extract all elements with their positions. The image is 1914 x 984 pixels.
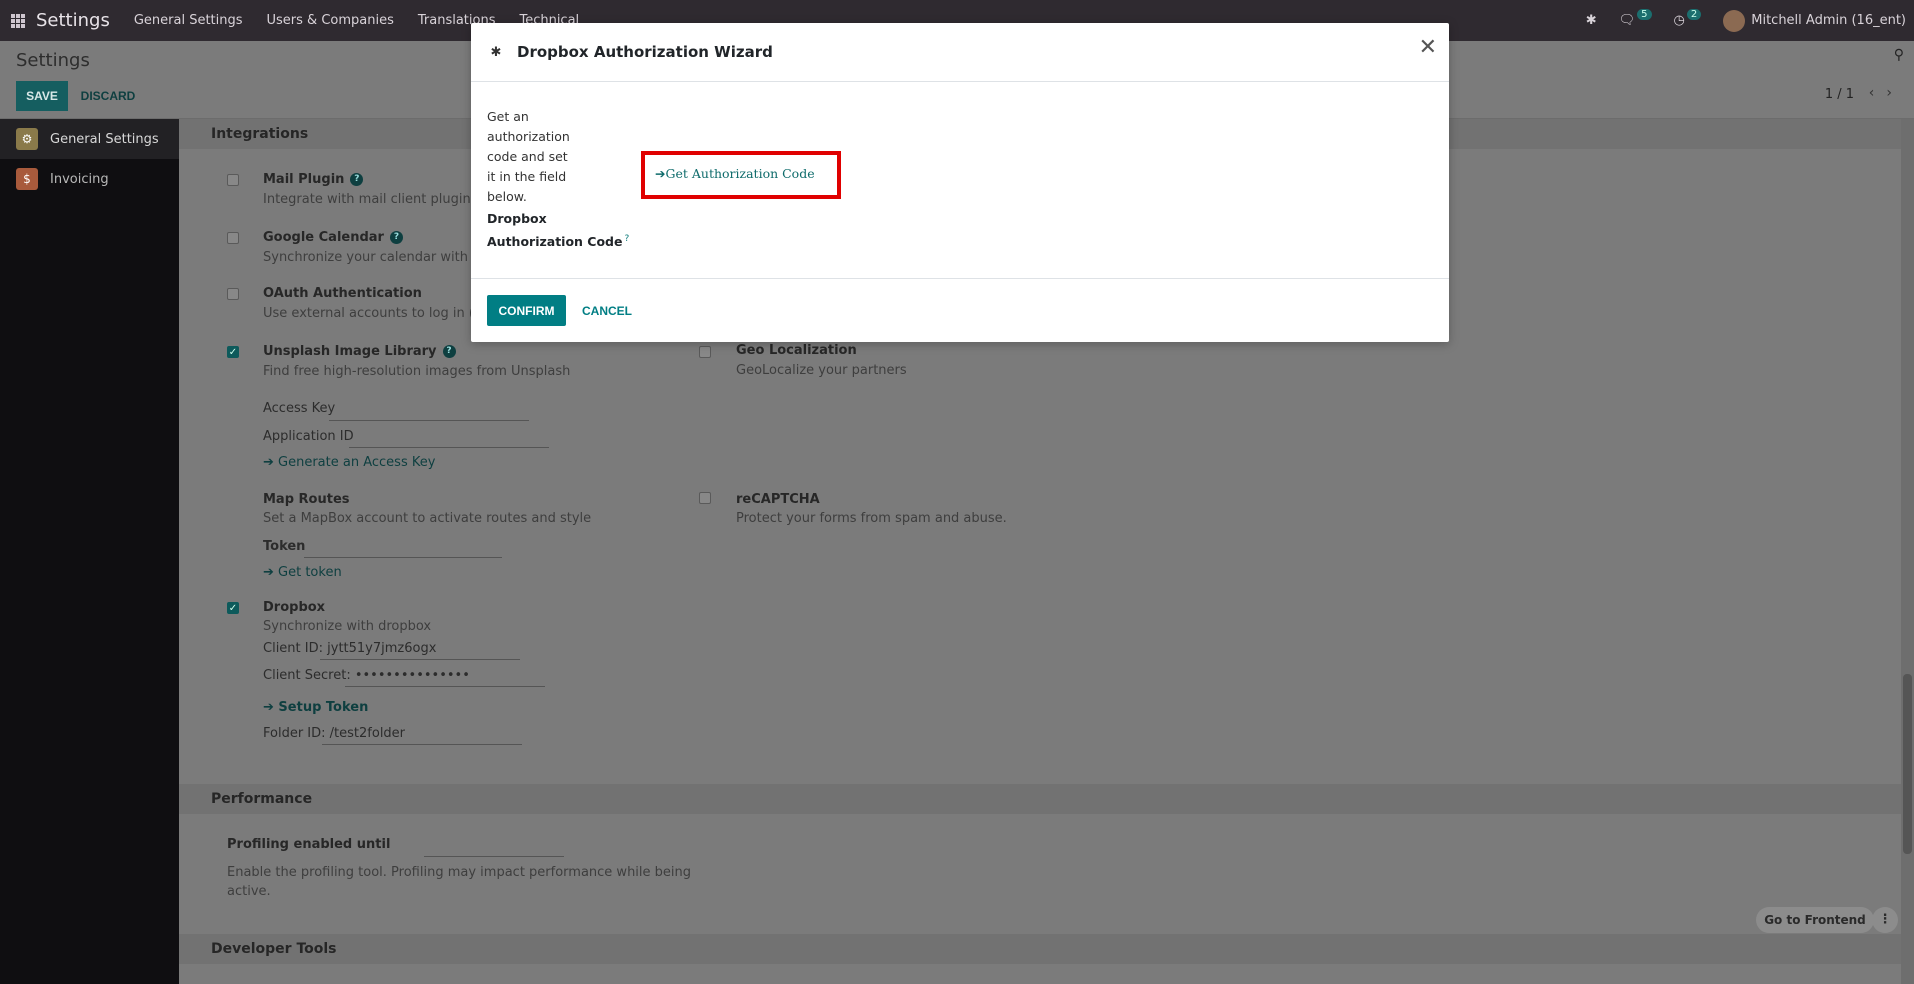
profiling-desc-1: Enable the profiling tool. Profiling may… bbox=[227, 865, 692, 880]
access-key-label: Access Key bbox=[263, 401, 336, 416]
profiling-desc-2: active. bbox=[227, 884, 271, 899]
help-icon[interactable]: ? bbox=[624, 234, 629, 244]
activity-button[interactable]: ◷ 2 bbox=[1673, 9, 1702, 28]
modal-footer: CONFIRM CANCEL bbox=[471, 278, 1449, 342]
access-key-input[interactable] bbox=[329, 420, 529, 421]
arrow-right-icon: ➔ bbox=[263, 565, 279, 580]
sidebar-item-general-settings[interactable]: ⚙ General Settings bbox=[0, 119, 179, 159]
invoice-icon: $ bbox=[16, 168, 38, 190]
settings-sidebar: ⚙ General Settings $ Invoicing bbox=[0, 119, 179, 984]
close-icon[interactable]: ✕ bbox=[1419, 37, 1437, 59]
generate-access-key-link[interactable]: ➔ Generate an Access Key bbox=[263, 455, 435, 470]
arrow-right-icon: ➔ bbox=[655, 166, 666, 181]
content-scrollbar[interactable] bbox=[1901, 119, 1914, 984]
confirm-button[interactable]: CONFIRM bbox=[487, 295, 566, 326]
gear-icon: ⚙ bbox=[16, 128, 38, 150]
get-authorization-code-link[interactable]: ➔Get Authorization Code bbox=[655, 166, 815, 181]
clock-icon: ◷ bbox=[1673, 13, 1685, 28]
activity-count-badge: 2 bbox=[1686, 9, 1702, 20]
mail-plugin-checkbox[interactable] bbox=[227, 174, 239, 186]
modal-header: ✱ Dropbox Authorization Wizard ✕ bbox=[471, 23, 1449, 82]
recaptcha-title: reCAPTCHA bbox=[736, 492, 820, 507]
help-icon[interactable]: ? bbox=[389, 231, 403, 244]
section-developer-tools-title: Developer Tools bbox=[179, 934, 1901, 964]
application-id-input[interactable] bbox=[349, 447, 549, 448]
authorization-code-label: Dropbox Authorization Code? bbox=[487, 211, 630, 250]
client-secret-field: Client Secret: ••••••••••••••• bbox=[263, 668, 470, 683]
menu-general-settings[interactable]: General Settings bbox=[134, 13, 243, 28]
section-performance-title: Performance bbox=[179, 784, 1901, 814]
bug-icon: ✱ bbox=[490, 44, 502, 60]
apps-menu-icon[interactable] bbox=[0, 0, 36, 41]
chat-icon: 🗨 bbox=[1618, 13, 1636, 28]
dropbox-desc: Synchronize with dropbox bbox=[263, 619, 432, 634]
dropbox-checkbox[interactable]: ✓ bbox=[227, 602, 239, 614]
oauth-checkbox[interactable] bbox=[227, 288, 239, 300]
client-id-field: Client ID: jytt51y7jmz6ogx bbox=[263, 641, 437, 656]
unsplash-title: Unsplash Image Library? bbox=[263, 344, 456, 359]
google-calendar-desc: Synchronize your calendar with Goo bbox=[263, 250, 499, 265]
mail-plugin-desc: Integrate with mail client plugins bbox=[263, 192, 478, 207]
help-icon[interactable]: ? bbox=[442, 345, 456, 358]
arrow-right-icon: ➔ bbox=[263, 700, 279, 715]
client-secret-value[interactable]: ••••••••••••••• bbox=[355, 668, 470, 683]
google-calendar-title: Google Calendar? bbox=[263, 230, 403, 245]
user-name: Mitchell Admin (16_ent) bbox=[1751, 13, 1906, 28]
geo-localization-title: Geo Localization bbox=[736, 343, 857, 358]
menu-users-companies[interactable]: Users & Companies bbox=[267, 13, 394, 28]
sidebar-item-label: Invoicing bbox=[50, 171, 109, 187]
folder-id-value[interactable]: /test2folder bbox=[330, 726, 405, 741]
application-id-label: Application ID bbox=[263, 429, 354, 444]
recaptcha-checkbox[interactable] bbox=[699, 492, 711, 504]
sidebar-item-invoicing[interactable]: $ Invoicing bbox=[0, 159, 179, 199]
geo-localization-desc: GeoLocalize your partners bbox=[736, 363, 907, 378]
modal-title: Dropbox Authorization Wizard bbox=[517, 43, 773, 61]
profiling-date-input[interactable] bbox=[424, 856, 564, 857]
client-id-input[interactable] bbox=[320, 659, 520, 660]
save-button[interactable]: SAVE bbox=[16, 81, 68, 111]
google-calendar-checkbox[interactable] bbox=[227, 232, 239, 244]
cancel-button[interactable]: CANCEL bbox=[577, 295, 637, 326]
search-icon[interactable]: ⚲ bbox=[1894, 47, 1904, 63]
pager-arrows[interactable]: ‹› bbox=[1869, 85, 1904, 101]
chevron-right-icon[interactable]: › bbox=[1886, 85, 1904, 101]
chat-button[interactable]: 🗨 5 bbox=[1618, 9, 1652, 28]
more-options-icon[interactable]: ⋮ bbox=[1872, 907, 1898, 933]
recaptcha-desc: Protect your forms from spam and abuse. bbox=[736, 511, 1007, 526]
sidebar-item-label: General Settings bbox=[50, 131, 159, 147]
chevron-left-icon[interactable]: ‹ bbox=[1869, 85, 1887, 101]
folder-id-field: Folder ID: /test2folder bbox=[263, 726, 406, 741]
help-icon[interactable]: ? bbox=[350, 173, 364, 186]
dropbox-title: Dropbox bbox=[263, 600, 326, 615]
oauth-desc: Use external accounts to log in (Goo bbox=[263, 306, 500, 321]
go-to-frontend-button[interactable]: Go to Frontend bbox=[1756, 907, 1874, 933]
chat-count-badge: 5 bbox=[1637, 9, 1652, 20]
pager-value[interactable]: 1 / 1 bbox=[1825, 87, 1854, 102]
client-id-value[interactable]: jytt51y7jmz6ogx bbox=[327, 641, 436, 656]
debug-bug-icon[interactable]: ✱ bbox=[1586, 13, 1597, 28]
user-menu[interactable]: Mitchell Admin (16_ent) bbox=[1723, 9, 1906, 32]
dropbox-authorization-dialog: ✱ Dropbox Authorization Wizard ✕ Get an … bbox=[471, 23, 1449, 342]
avatar bbox=[1723, 9, 1746, 32]
app-brand[interactable]: Settings bbox=[36, 10, 110, 31]
profiling-title: Profiling enabled until bbox=[227, 837, 391, 852]
client-secret-input[interactable] bbox=[345, 686, 545, 687]
page-title: Settings bbox=[16, 50, 90, 71]
folder-id-input[interactable] bbox=[322, 744, 522, 745]
unsplash-checkbox[interactable]: ✓ bbox=[227, 346, 239, 358]
mail-plugin-title: Mail Plugin? bbox=[263, 172, 364, 187]
token-label: Token bbox=[263, 539, 306, 554]
token-input[interactable] bbox=[304, 557, 502, 558]
map-routes-desc: Set a MapBox account to activate routes … bbox=[263, 511, 592, 526]
get-token-link[interactable]: ➔ Get token bbox=[263, 565, 342, 580]
geo-localization-checkbox[interactable] bbox=[699, 346, 711, 358]
unsplash-desc: Find free high-resolution images from Un… bbox=[263, 364, 571, 379]
oauth-title: OAuth Authentication bbox=[263, 286, 422, 301]
scrollbar-thumb[interactable] bbox=[1903, 674, 1912, 854]
instruction-text: Get an authorization code and set it in … bbox=[487, 109, 570, 204]
setup-token-link[interactable]: ➔ Setup Token bbox=[263, 700, 368, 715]
map-routes-title: Map Routes bbox=[263, 492, 350, 507]
arrow-right-icon: ➔ bbox=[263, 455, 279, 470]
discard-button[interactable]: DISCARD bbox=[78, 81, 138, 111]
